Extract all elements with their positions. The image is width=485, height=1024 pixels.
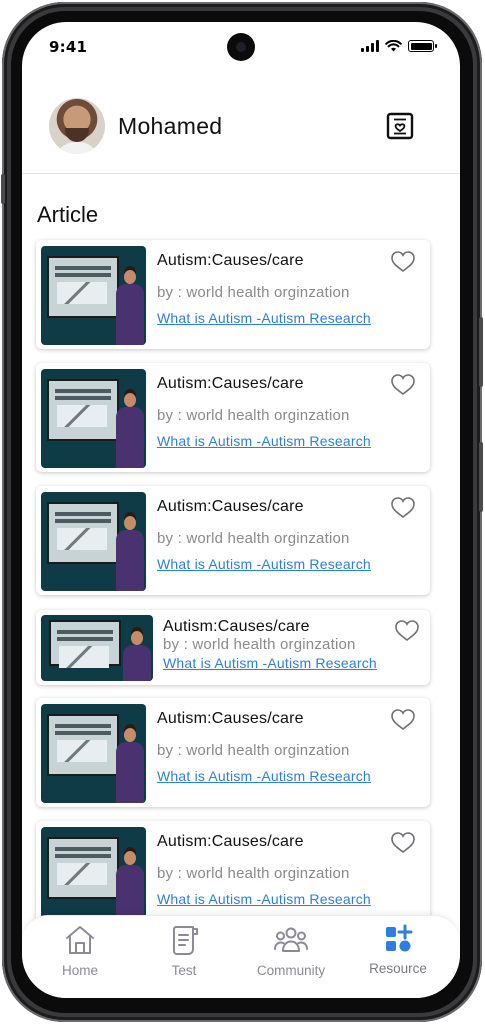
volume-down-button [479, 442, 483, 512]
article-title: Autism:Causes/care [157, 375, 304, 392]
avatar[interactable] [49, 98, 105, 154]
resource-grid-icon [386, 924, 413, 952]
status-bar: 9:41 [22, 22, 460, 72]
nav-item-community[interactable]: Community [241, 924, 341, 978]
mute-switch [1, 174, 5, 204]
article-link[interactable]: What is Autism -Autism Research [157, 768, 371, 784]
article-link[interactable]: What is Autism -Autism Research [157, 891, 371, 907]
nav-item-test[interactable]: Test [134, 924, 234, 978]
article-author: by : world health orginzation [163, 636, 356, 653]
article-card[interactable]: Autism:Causes/care by : world health org… [36, 698, 430, 807]
article-link[interactable]: What is Autism -Autism Research [163, 655, 377, 671]
article-card[interactable]: Autism:Causes/care by : world health org… [36, 486, 430, 595]
article-author: by : world health orginzation [157, 865, 350, 882]
article-author: by : world health orginzation [157, 284, 350, 301]
wifi-icon [385, 40, 402, 52]
nav-item-home[interactable]: Home [30, 924, 130, 978]
article-author: by : world health orginzation [157, 530, 350, 547]
article-title: Autism:Causes/care [163, 618, 310, 635]
battery-icon [408, 40, 437, 52]
bottom-navigation: Home Test Community Resource [22, 915, 460, 998]
article-author: by : world health orginzation [157, 407, 350, 424]
article-thumbnail [41, 827, 146, 926]
nav-label-community: Community [256, 963, 326, 978]
article-link[interactable]: What is Autism -Autism Research [157, 556, 371, 572]
article-link[interactable]: What is Autism -Autism Research [157, 310, 371, 326]
status-time: 9:41 [49, 38, 88, 56]
nav-label-resource: Resource [369, 961, 427, 976]
article-title: Autism:Causes/care [157, 833, 304, 850]
community-icon [274, 927, 308, 952]
heart-icon[interactable] [390, 496, 416, 520]
test-document-icon [173, 926, 198, 955]
article-card[interactable]: Autism:Causes/care by : world health org… [36, 363, 430, 472]
front-camera [227, 33, 255, 61]
article-title: Autism:Causes/care [157, 498, 304, 515]
heart-icon[interactable] [390, 831, 416, 855]
nav-label-test: Test [171, 963, 197, 978]
saved-articles-icon[interactable] [386, 112, 414, 140]
profile-header: Mohamed [22, 72, 460, 174]
nav-label-home: Home [61, 963, 98, 978]
article-card[interactable]: Autism:Causes/care by : world health org… [36, 821, 430, 930]
article-thumbnail [41, 492, 146, 591]
article-thumbnail [41, 369, 146, 468]
cellular-signal-icon [361, 40, 379, 52]
article-card[interactable]: Autism:Causes/care by : world health org… [36, 240, 430, 349]
article-title: Autism:Causes/care [157, 710, 304, 727]
article-title: Autism:Causes/care [157, 252, 304, 269]
article-card[interactable]: Autism:Causes/care by : world health org… [36, 610, 430, 685]
nav-item-resource[interactable]: Resource [348, 924, 448, 976]
article-thumbnail [41, 704, 146, 803]
article-thumbnail [41, 246, 146, 345]
heart-icon[interactable] [390, 373, 416, 397]
heart-icon[interactable] [390, 708, 416, 732]
article-link[interactable]: What is Autism -Autism Research [157, 433, 371, 449]
status-icons [361, 40, 437, 52]
user-name: Mohamed [118, 113, 223, 139]
section-title: Article [37, 202, 99, 227]
heart-icon[interactable] [394, 619, 420, 643]
heart-icon[interactable] [390, 250, 416, 274]
article-thumbnail [41, 615, 153, 681]
volume-up-button [479, 317, 483, 387]
app-screen: 9:41 Mohamed Article Autism:Causes/care … [22, 22, 460, 998]
article-author: by : world health orginzation [157, 742, 350, 759]
home-icon [66, 926, 94, 954]
